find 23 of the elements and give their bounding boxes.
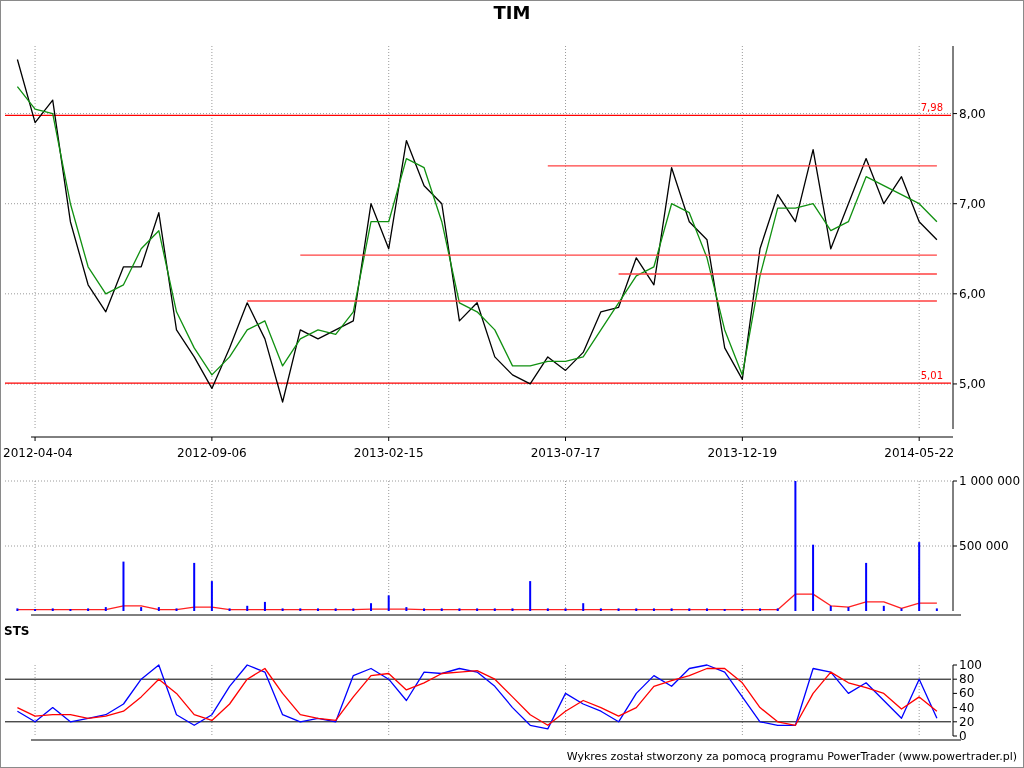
axis-tick-label: 7,00 — [959, 196, 986, 211]
axis-tick-label: 1 000 000 — [959, 474, 1021, 488]
axis-tick-label: 8,00 — [959, 106, 986, 121]
axis-tick-label: 60 — [959, 686, 975, 701]
axis-tick-label: 40 — [959, 700, 975, 715]
panel-title: STS — [3, 623, 30, 638]
axis-tick-label: 80 — [959, 672, 975, 687]
axis-tick-label: 6,00 — [959, 286, 986, 301]
axis-tick-label: 5,00 — [959, 376, 986, 391]
date-label: 2013-02-15 — [353, 446, 424, 460]
date-label: 2014-05-22 — [884, 446, 955, 460]
date-label: 2013-12-19 — [707, 446, 778, 460]
axis-tick-label: 100 — [959, 658, 982, 672]
date-label: 2012-04-04 — [3, 446, 73, 460]
chart-title: TIM — [493, 1, 531, 23]
date-label: 2012-09-06 — [177, 446, 247, 460]
level-label: 7,98 — [920, 102, 943, 114]
axis-tick-label: 500 000 — [959, 539, 1009, 553]
axis-tick-label: 20 — [959, 714, 975, 729]
date-label: 2013-07-17 — [530, 446, 601, 460]
level-label: 5,01 — [920, 370, 943, 382]
footer-credit: Wykres został stworzony za pomocą programu PowerTrader (www.powertrader.pl) — [566, 750, 1018, 763]
axis-tick-label: 0 — [959, 729, 967, 743]
